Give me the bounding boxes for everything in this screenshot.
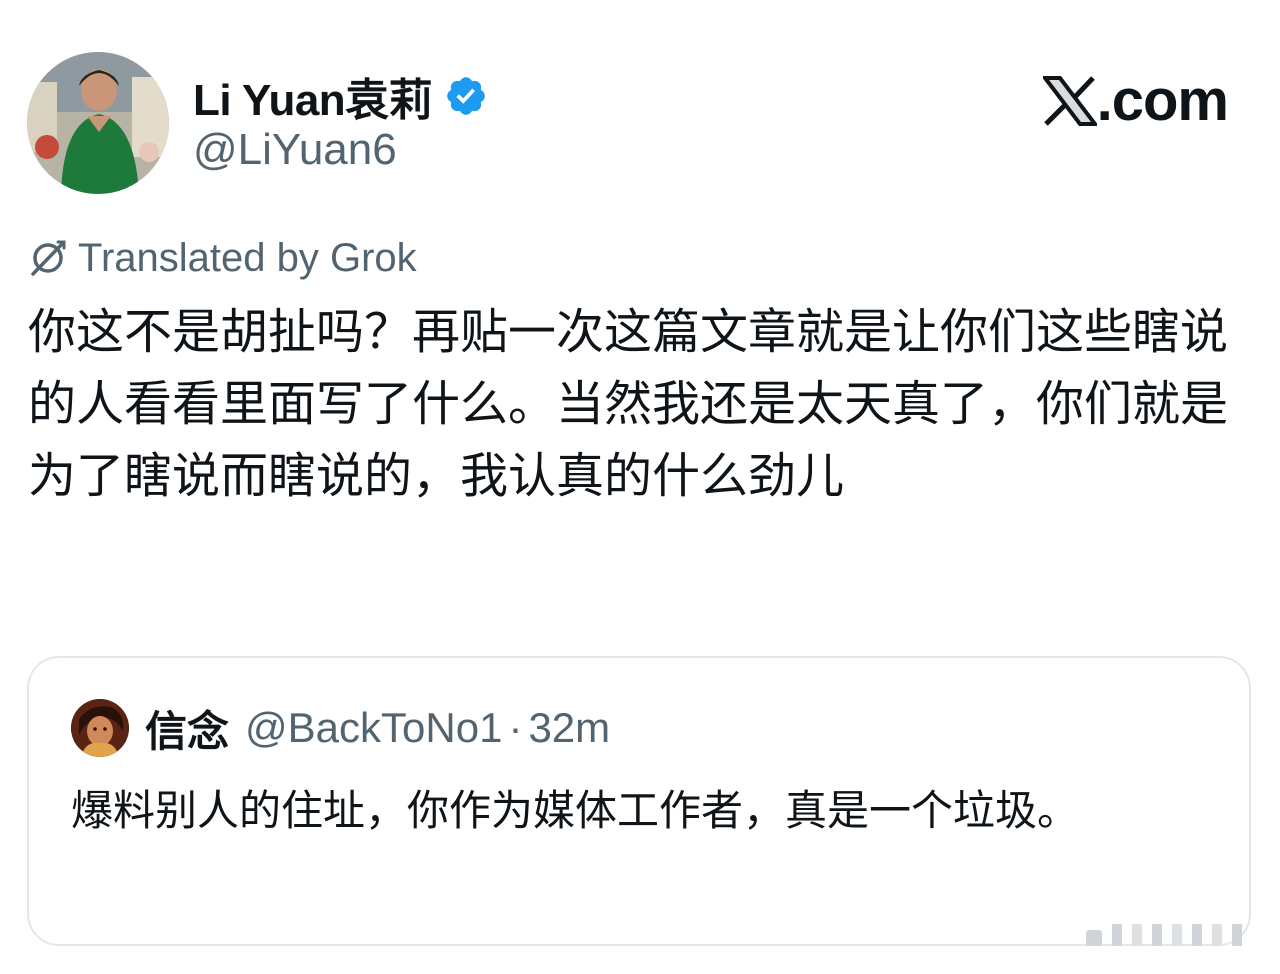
author-avatar[interactable]	[27, 52, 169, 194]
meta-separator: ·	[508, 704, 523, 751]
translation-notice[interactable]: Translated by Grok	[28, 232, 417, 284]
tweet-text: 你这不是胡扯吗？再贴一次这篇文章就是让你们这些瞎说的人看看里面写了什么。当然我还…	[28, 304, 1229, 504]
grok-icon	[31, 240, 66, 276]
verified-badge-icon	[447, 77, 485, 115]
quoted-author-name[interactable]: 信念	[145, 698, 229, 759]
quoted-author-handle[interactable]: @BackToNo1	[245, 704, 502, 752]
quoted-tweet-card[interactable]: 信念 @BackToNo1 · 32m 爆料别人的住址，你作为媒体工作者，真是一…	[27, 656, 1251, 946]
quoted-tweet-text: 爆料别人的住址，你作为媒体工作者，真是一个垃圾。	[71, 786, 1080, 835]
quoted-timestamp[interactable]: 32m	[528, 704, 610, 752]
x-logo-icon	[1042, 76, 1097, 126]
watermark-graphic	[1086, 924, 1242, 946]
author-name[interactable]: Li Yuan袁莉	[193, 64, 433, 128]
brand-domain-text: .com	[1096, 68, 1229, 133]
author-handle[interactable]: @LiYuan6	[193, 125, 397, 175]
translation-label: Translated by Grok	[78, 235, 417, 280]
avatar-photo	[27, 52, 169, 194]
x-com-brand: .com	[1042, 66, 1229, 136]
author-name-row[interactable]: Li Yuan袁莉	[193, 66, 488, 126]
watermark	[1082, 920, 1252, 950]
quoted-tweet-header: 信念 @BackToNo1 · 32m	[71, 698, 610, 758]
quoted-author-avatar[interactable]	[71, 699, 129, 757]
quoted-avatar-image	[71, 699, 129, 757]
quoted-meta: @BackToNo1 · 32m	[245, 704, 610, 752]
